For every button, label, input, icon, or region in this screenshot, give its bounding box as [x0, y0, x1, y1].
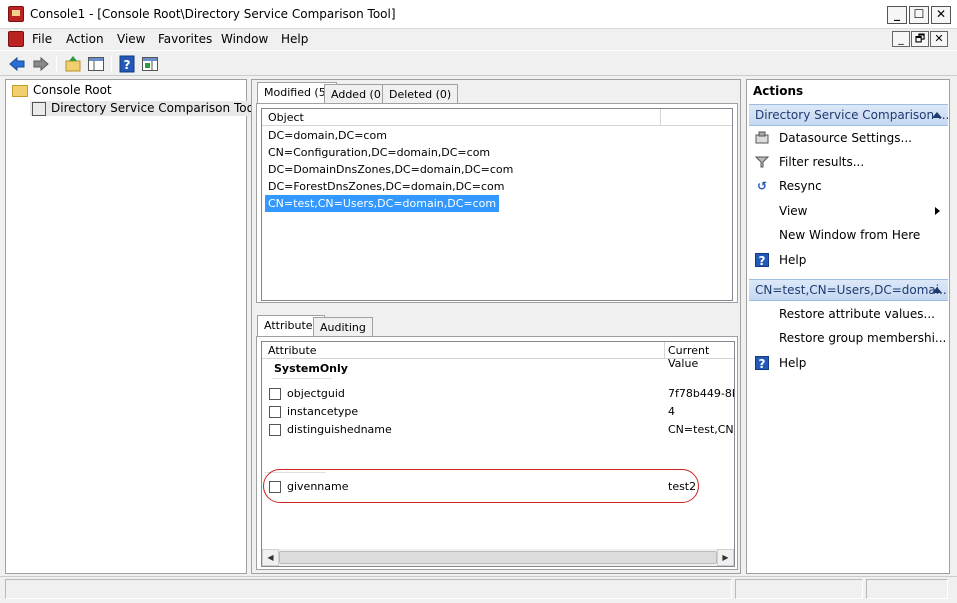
menu-bar: File Action View Favorites Window Help _… — [0, 29, 957, 50]
column-object[interactable]: Object — [268, 111, 304, 124]
maximize-button[interactable]: ☐ — [909, 6, 929, 24]
help-icon[interactable]: ? — [118, 55, 136, 73]
attribute-list-header: Attribute Current Value — [262, 342, 734, 370]
mdi-minimize-button[interactable]: _ — [892, 31, 910, 47]
mdi-restore-button[interactable]: 🗗 — [911, 31, 929, 47]
show-hide-tree-icon[interactable] — [87, 55, 105, 73]
column-current-value[interactable]: Current Value — [668, 344, 734, 370]
menu-file[interactable]: File — [32, 32, 52, 46]
svg-text:?: ? — [124, 58, 131, 72]
highlight-annotation — [263, 469, 699, 503]
status-bar — [0, 576, 957, 603]
checkbox-distinguishedname[interactable] — [269, 424, 281, 436]
tab-deleted[interactable]: Deleted (0) — [382, 84, 459, 104]
mdi-close-button[interactable]: ✕ — [930, 31, 948, 47]
up-one-level-icon[interactable] — [64, 55, 82, 73]
filter-icon — [754, 155, 770, 169]
action-datasource-settings[interactable]: Datasource Settings... — [779, 131, 912, 145]
attribute-list[interactable]: Attribute Current Value SystemOnly objec… — [261, 341, 735, 567]
forward-arrow-icon[interactable] — [32, 55, 50, 73]
actions-pane: Actions Directory Service Comparison ...… — [746, 79, 950, 574]
menu-help[interactable]: Help — [281, 32, 308, 46]
attribute-value: 7f78b449-8b4 — [668, 387, 734, 400]
system-menu-icon[interactable] — [8, 31, 24, 47]
section-label: Directory Service Comparison ... — [755, 108, 948, 122]
menu-action[interactable]: Action — [66, 32, 104, 46]
column-divider[interactable] — [664, 342, 665, 359]
action-resync[interactable]: Resync — [779, 179, 822, 193]
collapse-arrow-icon[interactable] — [932, 287, 942, 293]
menu-favorites[interactable]: Favorites — [158, 32, 212, 46]
toolbar: ? — [0, 50, 957, 76]
action-restore-attribute-values[interactable]: Restore attribute values... — [779, 307, 935, 321]
menu-view[interactable]: View — [117, 32, 145, 46]
attribute-name: distinguishedname — [287, 423, 392, 436]
collapse-arrow-icon[interactable] — [932, 112, 942, 118]
back-arrow-icon[interactable] — [8, 55, 26, 73]
status-cell — [5, 579, 732, 599]
folder-icon — [12, 84, 28, 97]
action-restore-group-membership[interactable]: Restore group membershi... — [779, 331, 946, 345]
toolbar-separator — [56, 55, 57, 73]
scroll-right-icon[interactable]: ▶ — [717, 549, 734, 566]
list-item[interactable]: DC=domain,DC=com — [268, 127, 387, 144]
checkbox-instancetype[interactable] — [269, 406, 281, 418]
attribute-name: objectguid — [287, 387, 345, 400]
submenu-arrow-icon — [935, 207, 940, 215]
group-header-systemonly[interactable]: SystemOnly — [274, 360, 348, 377]
action-help-object[interactable]: Help — [779, 356, 806, 370]
console-tree-pane: Console Root Directory Service Compariso… — [5, 79, 260, 574]
refresh-icon: ↺ — [756, 179, 768, 193]
attribute-value: CN=test,CN=U — [668, 423, 734, 436]
scrollbar-thumb[interactable] — [279, 551, 717, 564]
object-list-header: Object — [262, 109, 732, 126]
object-list[interactable]: Object DC=domain,DC=com CN=Configuration… — [261, 108, 733, 301]
status-cell — [866, 579, 948, 599]
list-item[interactable]: DC=DomainDnsZones,DC=domain,DC=com — [268, 161, 513, 178]
close-button[interactable]: ✕ — [931, 6, 951, 24]
tree-node-label: Console Root — [33, 83, 112, 97]
column-attribute[interactable]: Attribute — [268, 344, 317, 357]
action-view[interactable]: View — [779, 204, 807, 218]
help-icon: ? — [755, 356, 769, 371]
actions-title: Actions — [747, 80, 949, 102]
minimize-button[interactable]: _ — [887, 6, 907, 24]
status-cell — [735, 579, 863, 599]
action-help[interactable]: Help — [779, 253, 806, 267]
action-new-window[interactable]: New Window from Here — [779, 228, 920, 242]
menu-window[interactable]: Window — [221, 32, 268, 46]
show-hide-action-pane-icon[interactable] — [141, 55, 159, 73]
attributes-tab-panel: Attribute Current Value SystemOnly objec… — [256, 336, 738, 570]
action-filter-results[interactable]: Filter results... — [779, 155, 864, 169]
actions-section-comparison-tool[interactable]: Directory Service Comparison ... — [749, 104, 948, 126]
tab-auditing[interactable]: Auditing — [313, 317, 373, 337]
mmc-app-icon[interactable] — [8, 6, 24, 22]
attribute-name: instancetype — [287, 405, 359, 418]
actions-section-selected-object[interactable]: CN=test,CN=Users,DC=domai... — [749, 279, 948, 301]
scroll-left-icon[interactable]: ◀ — [262, 549, 279, 566]
tree-node-console-root[interactable]: Console Root — [12, 83, 112, 97]
toolbar-separator — [111, 55, 112, 73]
modified-tab-panel: Object DC=domain,DC=com CN=Configuration… — [256, 103, 738, 303]
help-icon: ? — [755, 253, 769, 268]
list-item-selected[interactable]: CN=test,CN=Users,DC=domain,DC=com — [265, 195, 500, 212]
tree-node-comparison-tool[interactable]: Directory Service Comparison Tool — [30, 101, 260, 116]
attribute-value: 4 — [668, 405, 675, 418]
horizontal-scrollbar[interactable]: ◀ ▶ — [262, 549, 734, 566]
tree-node-label: Directory Service Comparison Tool — [51, 101, 258, 115]
checkbox-objectguid[interactable] — [269, 388, 281, 400]
window-title: Console1 - [Console Root\Directory Servi… — [30, 7, 396, 21]
results-pane: Modified (5) Added (0) Deleted (0) Objec… — [251, 79, 741, 574]
column-divider[interactable] — [660, 109, 661, 126]
list-item[interactable]: DC=ForestDnsZones,DC=domain,DC=com — [268, 178, 504, 195]
group-divider — [272, 378, 332, 379]
title-bar: Console1 - [Console Root\Directory Servi… — [0, 0, 957, 29]
tool-snapin-icon — [32, 101, 46, 116]
list-item[interactable]: CN=Configuration,DC=domain,DC=com — [268, 144, 490, 161]
datasource-settings-icon — [755, 131, 769, 145]
section-label: CN=test,CN=Users,DC=domai... — [755, 283, 948, 297]
